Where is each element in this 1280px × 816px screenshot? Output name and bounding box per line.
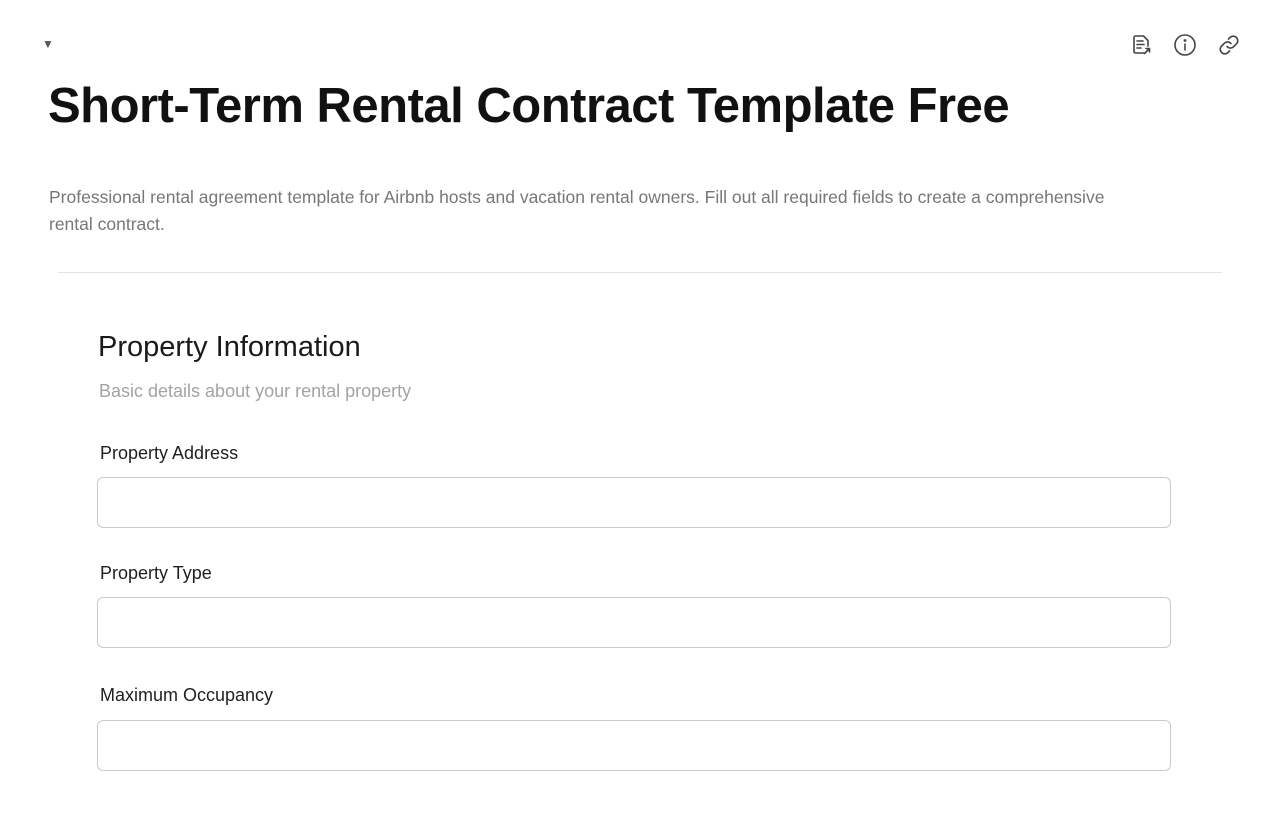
- property-address-input[interactable]: [97, 477, 1171, 528]
- info-icon[interactable]: [1172, 32, 1198, 58]
- page-title: Short-Term Rental Contract Template Free: [48, 79, 1010, 133]
- maximum-occupancy-label: Maximum Occupancy: [100, 685, 274, 705]
- toolbar: [1128, 32, 1242, 58]
- property-type-label: Property Type: [100, 563, 212, 583]
- link-icon[interactable]: [1216, 32, 1242, 58]
- page: ▼ Short-Term Rental Contract Template Fr…: [0, 0, 1280, 816]
- section-subtitle: Basic details about your rental property: [99, 381, 412, 401]
- page-description: Professional rental agreement template f…: [49, 187, 1105, 234]
- document-export-icon[interactable]: [1128, 32, 1154, 58]
- collapse-toggle-icon[interactable]: ▼: [42, 37, 54, 51]
- property-information-section: Property Information Basic details about…: [98, 328, 1174, 403]
- property-address-label: Property Address: [100, 443, 239, 463]
- maximum-occupancy-input[interactable]: [97, 720, 1171, 771]
- property-type-input[interactable]: [97, 597, 1171, 648]
- divider: [58, 272, 1222, 273]
- section-title: Property Information: [98, 331, 361, 363]
